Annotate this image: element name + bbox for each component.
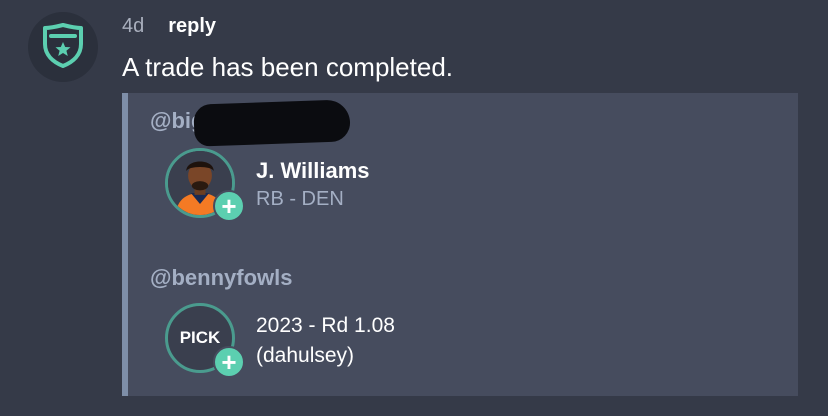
trade-user-two[interactable]: @bennyfowls [150, 265, 292, 291]
message-meta: 4d reply [122, 13, 216, 39]
trade-card: @bigprecest + J. Williams RB - DEN @benn… [122, 93, 798, 396]
add-player-button[interactable]: + [213, 190, 245, 222]
shield-star-icon [41, 22, 85, 73]
message-timestamp: 4d [122, 14, 145, 37]
pick-round: 2023 - Rd 1.08 [256, 314, 395, 337]
reply-link[interactable]: reply [168, 15, 216, 38]
trade-user-one[interactable]: @bigprecest [150, 99, 351, 147]
plus-icon: + [221, 191, 237, 221]
add-pick-button[interactable]: + [213, 346, 245, 378]
bot-avatar[interactable] [28, 12, 98, 82]
message-text: A trade has been completed. [122, 52, 454, 82]
player-position-team: RB - DEN [256, 188, 344, 210]
redaction-scribble [193, 99, 351, 147]
pick-badge-label: PICK [179, 328, 221, 347]
pick-original-owner: (dahulsey) [256, 344, 355, 367]
plus-icon: + [221, 347, 237, 377]
player-name: J. Williams [256, 158, 370, 183]
